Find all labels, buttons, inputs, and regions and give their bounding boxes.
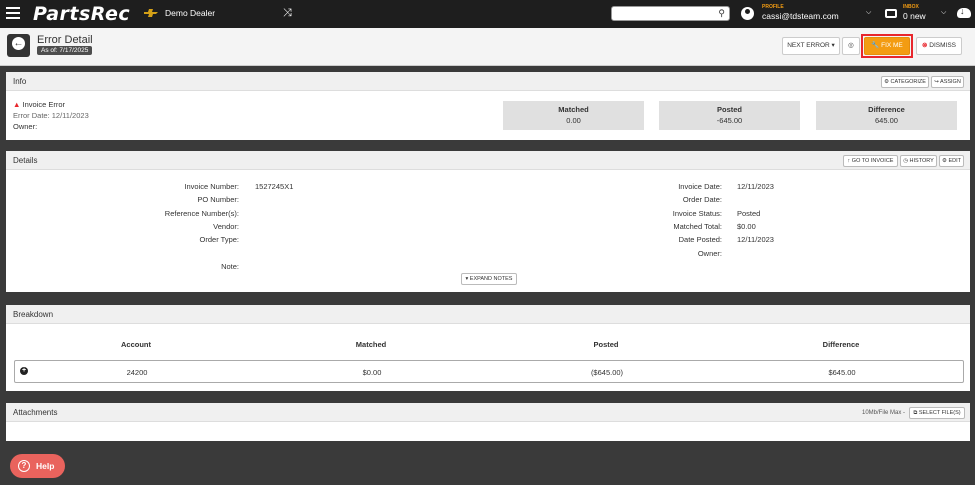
chevrolet-bowtie-icon	[144, 9, 158, 17]
breakdown-title: Breakdown	[13, 310, 54, 319]
table-cell: $0.00	[362, 368, 382, 377]
breakdown-panel-header: Breakdown	[6, 305, 970, 324]
expand-notes-button[interactable]: ▾ EXPAND NOTES	[461, 273, 517, 285]
target-icon: ◎	[848, 42, 854, 49]
app-logo[interactable]: PartsRec	[33, 3, 130, 25]
detail-label: Order Date:	[682, 195, 722, 204]
table-cell: 24200	[126, 368, 148, 377]
details-panel-header: Details ↑ GO TO INVOICE ◷ HISTORY ⚙ EDIT	[6, 151, 970, 170]
stat-label: Matched	[558, 105, 589, 114]
help-button[interactable]: ? Help	[10, 454, 65, 478]
breakdown-panel: Breakdown Account Matched Posted Differe…	[6, 305, 970, 391]
detail-label: Invoice Date:	[678, 182, 722, 191]
search-icon[interactable]: ⚲	[718, 8, 725, 19]
error-date: Error Date: 12/11/2023	[13, 111, 89, 120]
stat-posted: Posted -645.00	[659, 101, 800, 130]
switch-dealer-icon[interactable]: ⤨	[283, 7, 292, 20]
note-label: Note:	[221, 262, 239, 271]
attachments-panel-header: Attachments 10Mb/File Max - ⧉ SELECT FIL…	[6, 403, 970, 422]
details-panel: Details ↑ GO TO INVOICE ◷ HISTORY ⚙ EDIT…	[6, 151, 970, 292]
inbox-count[interactable]: 0 new	[903, 11, 926, 21]
column-header: Matched	[355, 340, 387, 349]
top-nav-bar: PartsRec Demo Dealer ⤨ ⚲ PROFILE cassi@t…	[0, 0, 975, 28]
stat-value: 645.00	[875, 116, 898, 125]
stat-matched: Matched 0.00	[503, 101, 644, 130]
dismiss-button[interactable]: ⊗ DISMISS	[916, 37, 962, 55]
search-input[interactable]: ⚲	[611, 6, 730, 21]
stat-value: 0.00	[566, 116, 581, 125]
detail-label: Matched Total:	[673, 222, 722, 231]
info-title: Info	[13, 77, 27, 86]
info-panel: Info ⚙ CATEGORIZE ↪ ASSIGN ▲ Invoice Err…	[6, 72, 970, 140]
table-row[interactable]: + 24200 $0.00 ($645.00) $645.00	[14, 360, 964, 383]
next-error-button[interactable]: NEXT ERROR ▾	[782, 37, 840, 55]
as-of-badge: As of: 7/17/2025	[37, 46, 93, 55]
detail-value: 1527245X1	[255, 182, 294, 191]
detail-label: Invoice Number:	[184, 182, 239, 191]
inbox-chevron-down-icon[interactable]: ⌵	[941, 9, 946, 17]
details-title: Details	[13, 156, 38, 165]
categorize-button[interactable]: ⚙ CATEGORIZE	[881, 76, 929, 88]
profile-chevron-down-icon[interactable]: ⌵	[866, 9, 871, 17]
page-title: Error Detail	[37, 34, 93, 46]
target-button[interactable]: ◎	[842, 37, 860, 55]
attachments-panel: Attachments 10Mb/File Max - ⧉ SELECT FIL…	[6, 403, 970, 441]
profile-avatar-icon[interactable]	[741, 7, 754, 20]
dealer-selector[interactable]: Demo Dealer	[165, 8, 215, 18]
error-type-label: Invoice Error	[22, 100, 66, 109]
inbox-label: INBOX	[903, 4, 919, 10]
detail-value: Posted	[737, 209, 761, 218]
edit-button[interactable]: ⚙ EDIT	[939, 155, 964, 167]
column-header: Account	[121, 340, 151, 349]
stat-label: Posted	[716, 105, 742, 114]
stat-value: -645.00	[716, 116, 743, 125]
owner-label: Owner:	[13, 122, 38, 131]
profile-email[interactable]: cassi@tdsteam.com	[762, 11, 839, 21]
info-panel-header: Info ⚙ CATEGORIZE ↪ ASSIGN	[6, 72, 970, 91]
file-max-note: 10Mb/File Max -	[862, 410, 906, 416]
dismiss-label: DISMISS	[929, 42, 956, 49]
fix-me-button[interactable]: 🔧 FIX ME	[864, 37, 910, 55]
history-button[interactable]: ◷ HISTORY	[900, 155, 937, 167]
stat-label: Difference	[868, 105, 905, 114]
expand-row-plus-icon[interactable]: +	[20, 367, 28, 375]
warning-icon: ▲	[13, 100, 21, 109]
select-files-button[interactable]: ⧉ SELECT FILE(S)	[909, 407, 965, 419]
detail-value: 12/11/2023	[737, 182, 774, 191]
column-header: Difference	[822, 340, 860, 349]
table-cell: $645.00	[828, 368, 856, 377]
detail-label: PO Number:	[197, 195, 239, 204]
attachments-title: Attachments	[13, 408, 58, 417]
table-cell: ($645.00)	[590, 368, 624, 377]
detail-label: Invoice Status:	[672, 209, 722, 218]
assign-button[interactable]: ↪ ASSIGN	[931, 76, 964, 88]
hamburger-menu-icon[interactable]	[6, 7, 20, 19]
stat-difference: Difference 645.00	[816, 101, 957, 130]
cloud-download-icon[interactable]	[957, 6, 971, 18]
detail-label: Order Type:	[199, 235, 239, 244]
back-button[interactable]	[7, 34, 30, 57]
close-circle-icon: ⊗	[922, 42, 928, 49]
go-to-invoice-button[interactable]: ↑ GO TO INVOICE	[843, 155, 898, 167]
detail-label: Owner:	[697, 249, 722, 258]
detail-value: $0.00	[737, 222, 756, 231]
column-header: Posted	[593, 340, 619, 349]
help-question-icon: ?	[18, 460, 30, 472]
detail-value: 12/11/2023	[737, 235, 774, 244]
help-label: Help	[36, 461, 55, 471]
detail-label: Reference Number(s):	[164, 209, 239, 218]
detail-label: Date Posted:	[678, 235, 722, 244]
detail-label: Vendor:	[213, 222, 239, 231]
error-type: ▲ Invoice Error	[13, 100, 65, 109]
inbox-icon[interactable]	[885, 9, 897, 18]
profile-label: PROFILE	[762, 4, 784, 10]
